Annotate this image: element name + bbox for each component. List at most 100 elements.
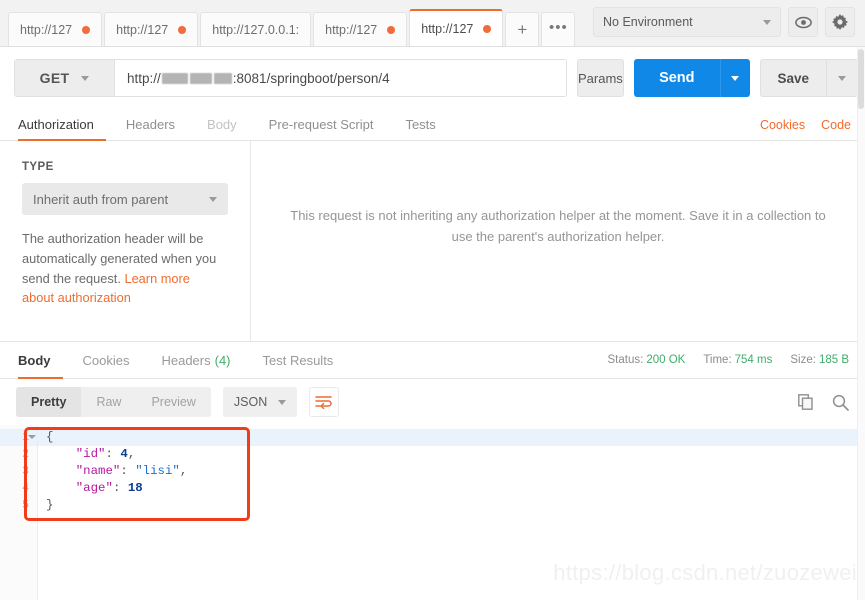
params-button[interactable]: Params bbox=[577, 59, 624, 97]
response-status-label: Status: bbox=[607, 354, 644, 366]
tab-count-badge: (4) bbox=[214, 352, 231, 368]
settings-button[interactable] bbox=[825, 7, 855, 37]
authorization-type-value: Inherit auth from parent bbox=[33, 191, 169, 207]
response-size-label: Size: bbox=[790, 354, 816, 366]
code-link[interactable]: Code bbox=[821, 118, 851, 132]
save-button-label: Save bbox=[777, 70, 810, 86]
tab-label: Headers bbox=[161, 352, 211, 368]
request-section-tab-headers[interactable]: Headers bbox=[110, 109, 191, 140]
scrollbar-thumb[interactable] bbox=[858, 49, 864, 109]
environment-selector[interactable]: No Environment bbox=[593, 7, 781, 37]
save-button[interactable]: Save bbox=[759, 59, 826, 97]
request-tab-3[interactable]: http://127 bbox=[313, 12, 408, 46]
request-section-tab-body[interactable]: Body bbox=[191, 109, 253, 140]
response-status-value: 200 OK bbox=[646, 354, 686, 366]
code-line: } bbox=[38, 497, 865, 514]
tab-label: Test Results bbox=[262, 352, 334, 368]
response-view-mode-group: Pretty Raw Preview bbox=[16, 387, 211, 417]
request-tab-2[interactable]: http://127.0.0.1: bbox=[200, 12, 312, 46]
authorization-type-selector[interactable]: Inherit auth from parent bbox=[22, 183, 228, 215]
chevron-down-icon bbox=[81, 75, 90, 81]
environment-selector-label: No Environment bbox=[603, 15, 693, 29]
authorization-type-section: TYPE Inherit auth from parent The author… bbox=[0, 141, 251, 341]
chevron-down-icon bbox=[209, 196, 217, 202]
chevron-down-icon bbox=[763, 19, 771, 25]
more-tabs-button[interactable]: ••• bbox=[541, 12, 576, 46]
tab-label: Authorization bbox=[18, 117, 94, 132]
code-token: , bbox=[179, 464, 188, 478]
gear-icon bbox=[832, 14, 848, 30]
method-url-group: GET http://:8081/springboot/person/4 bbox=[14, 59, 567, 97]
response-format-selector[interactable]: JSON bbox=[222, 387, 297, 417]
line-number: 2 bbox=[22, 448, 29, 461]
response-tab-body[interactable]: Body bbox=[14, 342, 67, 379]
line-number: 5 bbox=[22, 499, 29, 512]
save-options-button[interactable] bbox=[825, 59, 858, 97]
url-input[interactable]: http://:8081/springboot/person/4 bbox=[115, 60, 566, 96]
send-button[interactable]: Send bbox=[633, 59, 720, 97]
tab-label: Body bbox=[207, 117, 237, 132]
copy-button[interactable] bbox=[798, 394, 814, 410]
tab-label: Body bbox=[18, 352, 51, 368]
word-wrap-button[interactable] bbox=[308, 387, 339, 417]
code-line: "age": 18 bbox=[38, 480, 865, 497]
response-time-label: Time: bbox=[703, 354, 732, 366]
response-size: Size: 185 B bbox=[790, 354, 849, 366]
new-tab-button[interactable]: + bbox=[505, 12, 540, 46]
chevron-down-icon bbox=[837, 75, 846, 81]
vertical-scrollbar[interactable] bbox=[857, 47, 865, 600]
view-mode-raw[interactable]: Raw bbox=[81, 387, 136, 417]
view-mode-pretty[interactable]: Pretty bbox=[16, 387, 82, 417]
line-number-gutter: 1 2 3 4 5 bbox=[0, 425, 38, 600]
response-status: Status: 200 OK bbox=[608, 354, 686, 366]
request-section-tab-pre-request-script[interactable]: Pre-request Script bbox=[253, 109, 390, 140]
request-tab-0[interactable]: http://127 bbox=[8, 12, 103, 46]
view-mode-preview[interactable]: Preview bbox=[136, 387, 210, 417]
request-tab-label: http://127 bbox=[325, 22, 378, 37]
params-button-label: Params bbox=[578, 70, 623, 86]
search-icon bbox=[832, 394, 849, 411]
response-time-value: 754 ms bbox=[734, 354, 773, 366]
code-token: "age" bbox=[75, 481, 113, 495]
line-number: 4 bbox=[22, 482, 29, 495]
code-line: { bbox=[38, 429, 865, 446]
tab-label: Headers bbox=[125, 117, 176, 132]
response-time: Time: 754 ms bbox=[703, 354, 772, 366]
environment-quick-look-button[interactable] bbox=[788, 7, 818, 37]
request-tab-label: http://127 bbox=[116, 22, 169, 37]
request-tab-4[interactable]: http://127 bbox=[409, 9, 504, 46]
request-section-tabs: Authorization Headers Body Pre-request Scri… bbox=[0, 109, 865, 141]
request-tabs-right-links: Cookies Code bbox=[744, 109, 865, 140]
url-prefix-text: http:// bbox=[127, 70, 161, 86]
redacted-block bbox=[189, 72, 212, 84]
code-token: "name" bbox=[75, 464, 121, 478]
request-section-tab-tests[interactable]: Tests bbox=[389, 109, 451, 140]
redacted-block bbox=[213, 72, 232, 84]
unsaved-indicator-icon bbox=[483, 24, 492, 33]
fold-toggle-icon[interactable] bbox=[28, 435, 36, 439]
chevron-down-icon bbox=[731, 75, 740, 81]
eye-icon bbox=[794, 16, 812, 28]
response-tab-test-results[interactable]: Test Results bbox=[247, 342, 350, 378]
send-options-button[interactable] bbox=[719, 59, 750, 97]
response-tab-headers[interactable]: Headers (4) bbox=[145, 342, 246, 378]
response-body-toolbar: Pretty Raw Preview JSON bbox=[0, 379, 865, 425]
redacted-block bbox=[161, 72, 188, 84]
url-bar: GET http://:8081/springboot/person/4 Par… bbox=[0, 47, 865, 109]
search-button[interactable] bbox=[832, 394, 849, 411]
code-token: : bbox=[120, 464, 136, 478]
authorization-inherit-message: This request is not inheriting any autho… bbox=[290, 208, 826, 244]
request-tab-1[interactable]: http://127 bbox=[104, 12, 199, 46]
unsaved-indicator-icon bbox=[387, 25, 396, 34]
http-method-selector[interactable]: GET bbox=[15, 60, 115, 96]
request-section-tab-authorization[interactable]: Authorization bbox=[14, 109, 110, 141]
code-line: "name": "lisi", bbox=[38, 463, 865, 480]
code-token: "lisi" bbox=[135, 464, 180, 478]
response-tab-cookies[interactable]: Cookies bbox=[67, 342, 146, 378]
line-number: 3 bbox=[22, 465, 29, 478]
tab-label: Tests bbox=[405, 117, 436, 132]
tab-label: Cookies bbox=[82, 352, 130, 368]
cookies-link[interactable]: Cookies bbox=[760, 118, 805, 132]
unsaved-indicator-icon bbox=[82, 25, 91, 34]
